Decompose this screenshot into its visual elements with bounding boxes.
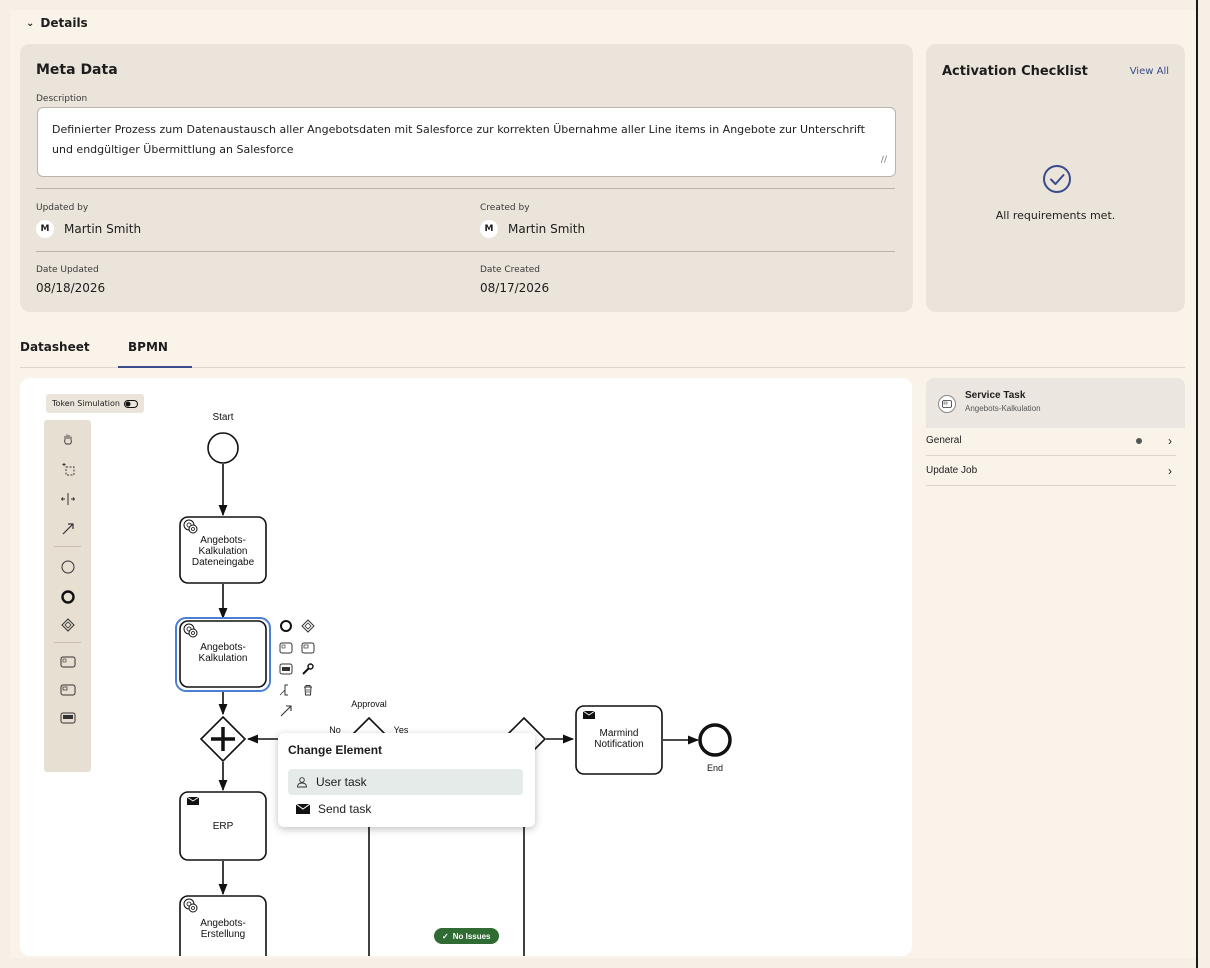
tab-datasheet[interactable]: Datasheet (20, 340, 90, 366)
append-send-task-icon[interactable] (278, 661, 293, 676)
text-annotation-icon[interactable] (278, 682, 293, 697)
activation-checklist-card: Activation Checklist View All All requir… (926, 44, 1185, 312)
details-toggle[interactable]: ⌄ Details (26, 16, 88, 30)
send-task-option[interactable]: Send task (288, 796, 523, 822)
updated-by-name: Martin Smith (64, 222, 142, 236)
description-label: Description (36, 94, 88, 104)
label-line: Angebots- (200, 918, 246, 929)
label-line: Marmind (599, 728, 639, 739)
append-end-event-icon[interactable] (278, 618, 293, 633)
chevron-down-icon: ⌄ (26, 17, 35, 29)
checkmark-icon: ✓ (442, 931, 449, 941)
send-task-label: Send task (318, 802, 372, 816)
label-line: Notification (594, 739, 644, 750)
start-label: Start (212, 412, 234, 423)
date-created-value: 08/17/2026 (480, 281, 550, 295)
chevron-right-icon: › (1168, 463, 1172, 478)
append-gateway-icon[interactable] (300, 618, 315, 633)
erp-label: ERP (212, 821, 234, 832)
tab-bar: Datasheet BPMN (20, 330, 1185, 368)
label-line: Erstellung (200, 929, 246, 940)
change-element-popup: Change Element User task Send task (278, 733, 535, 827)
created-by-user: M Martin Smith (480, 220, 585, 238)
trash-icon[interactable] (300, 682, 315, 697)
properties-title: Service Task (965, 390, 1026, 401)
task2-label: Angebots- Kalkulation (180, 642, 266, 664)
window-edge (1196, 0, 1198, 968)
start-event[interactable] (207, 432, 239, 464)
checklist-title: Activation Checklist (942, 64, 1088, 79)
checklist-message: All requirements met. (995, 209, 1116, 222)
envelope-icon (186, 796, 200, 805)
popup-title: Change Element (288, 743, 383, 757)
label-line: Kalkulation (198, 653, 248, 664)
end-label: End (706, 763, 723, 773)
label-line: Angebots- (200, 642, 246, 653)
divider (36, 188, 895, 189)
user-task-option[interactable]: User task (288, 769, 523, 795)
marmind-label: Marmind Notification (576, 728, 662, 750)
properties-panel: Service Task Angebots-Kalkulation Genera… (926, 378, 1185, 778)
updated-by-label: Updated by (36, 203, 89, 213)
updated-by-user: M Martin Smith (36, 220, 141, 238)
status-dot (1136, 437, 1142, 444)
bpmn-canvas[interactable]: Token Simulation Start Angebots- Kalkula… (20, 378, 912, 956)
check-circle-icon (1043, 165, 1071, 193)
end-event[interactable] (698, 723, 732, 757)
task3-label: Angebots- Erstellung (180, 918, 266, 940)
avatar: M (480, 220, 498, 238)
created-by-name: Martin Smith (508, 222, 586, 236)
meta-data-card: Meta Data Description Definierter Prozes… (20, 44, 913, 312)
created-by-label: Created by (480, 203, 530, 213)
properties-header: Service Task Angebots-Kalkulation (926, 378, 1185, 428)
task1-label: Angebots- Kalkulation Dateneingabe (180, 535, 266, 568)
date-created-label: Date Created (480, 265, 540, 275)
tab-bpmn[interactable]: BPMN (118, 340, 192, 368)
properties-subtitle: Angebots-Kalkulation (965, 404, 1041, 413)
append-user-task-icon[interactable] (278, 640, 293, 655)
envelope-icon (582, 710, 596, 719)
no-issues-badge[interactable]: ✓ No Issues (434, 928, 499, 944)
avatar: M (36, 220, 54, 238)
details-title: Details (40, 16, 88, 30)
description-field[interactable]: Definierter Prozess zum Datenaustausch a… (37, 107, 896, 177)
user-task-icon (297, 777, 307, 788)
label-line: Kalkulation (198, 546, 248, 557)
chevron-right-icon: › (1168, 433, 1172, 448)
label-line: Angebots- (200, 535, 246, 546)
properties-group-update-job[interactable]: Update Job › (926, 456, 1176, 486)
wrench-icon[interactable] (300, 661, 315, 676)
description-text: Definierter Prozess zum Datenaustausch a… (52, 123, 865, 156)
connect-icon[interactable] (278, 703, 293, 718)
approval-label: Approval (351, 699, 387, 709)
issues-label: No Issues (452, 931, 491, 941)
bpmn-diagram (175, 432, 732, 956)
date-updated-value: 08/18/2026 (36, 281, 106, 295)
label-line: Dateneingabe (191, 557, 255, 568)
date-updated-label: Date Updated (36, 265, 99, 275)
group-label: Update Job (926, 465, 978, 476)
group-label: General (926, 435, 962, 446)
append-service-task-icon[interactable] (300, 640, 315, 655)
user-task-label: User task (316, 775, 367, 789)
divider (36, 251, 895, 252)
properties-group-general[interactable]: General › (926, 426, 1176, 456)
service-task-icon (938, 395, 956, 413)
envelope-icon (296, 804, 310, 814)
view-all-link[interactable]: View All (1130, 66, 1169, 77)
resize-handle-icon[interactable]: ∕∕ (881, 150, 887, 170)
meta-data-title: Meta Data (36, 62, 118, 78)
